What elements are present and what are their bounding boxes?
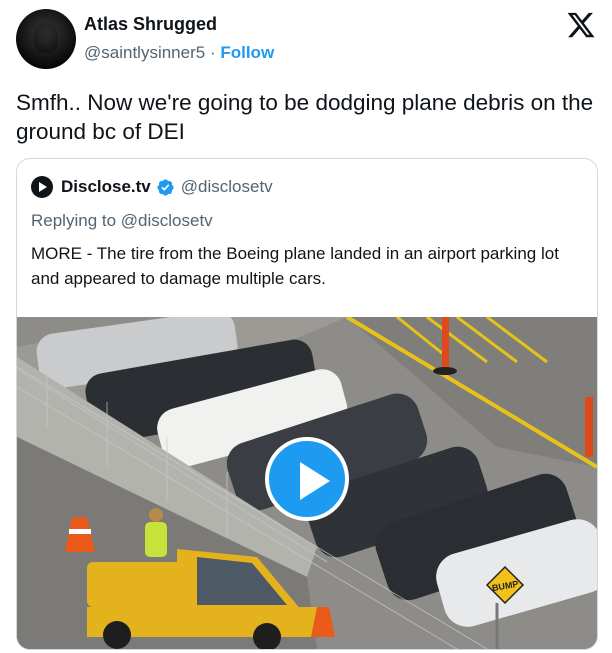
play-icon[interactable] bbox=[265, 437, 349, 521]
author-handle[interactable]: @saintlysinner5 bbox=[84, 43, 205, 62]
separator-dot: · bbox=[209, 43, 216, 62]
author-name[interactable]: Atlas Shrugged bbox=[84, 14, 217, 35]
author-avatar[interactable] bbox=[16, 9, 76, 69]
tweet-text: Smfh.. Now we're going to be dodging pla… bbox=[16, 90, 594, 144]
verified-badge-icon bbox=[157, 178, 174, 196]
replying-to[interactable]: Replying to @disclosetv bbox=[31, 211, 213, 231]
quoted-header: Disclose.tv @disclosetv bbox=[31, 176, 273, 198]
quoted-text: MORE - The tire from the Boeing plane la… bbox=[31, 244, 559, 288]
quoted-tweet[interactable]: Disclose.tv @disclosetv Replying to @dis… bbox=[16, 158, 598, 650]
quoted-avatar[interactable] bbox=[31, 176, 53, 198]
quoted-author-handle[interactable]: @disclosetv bbox=[181, 177, 273, 197]
author-handle-row: @saintlysinner5 · Follow bbox=[84, 43, 274, 63]
follow-button[interactable]: Follow bbox=[220, 43, 274, 62]
quoted-author-name[interactable]: Disclose.tv bbox=[61, 177, 151, 197]
x-logo-icon[interactable] bbox=[566, 10, 596, 40]
video-thumbnail[interactable]: BUMP bbox=[17, 317, 597, 649]
